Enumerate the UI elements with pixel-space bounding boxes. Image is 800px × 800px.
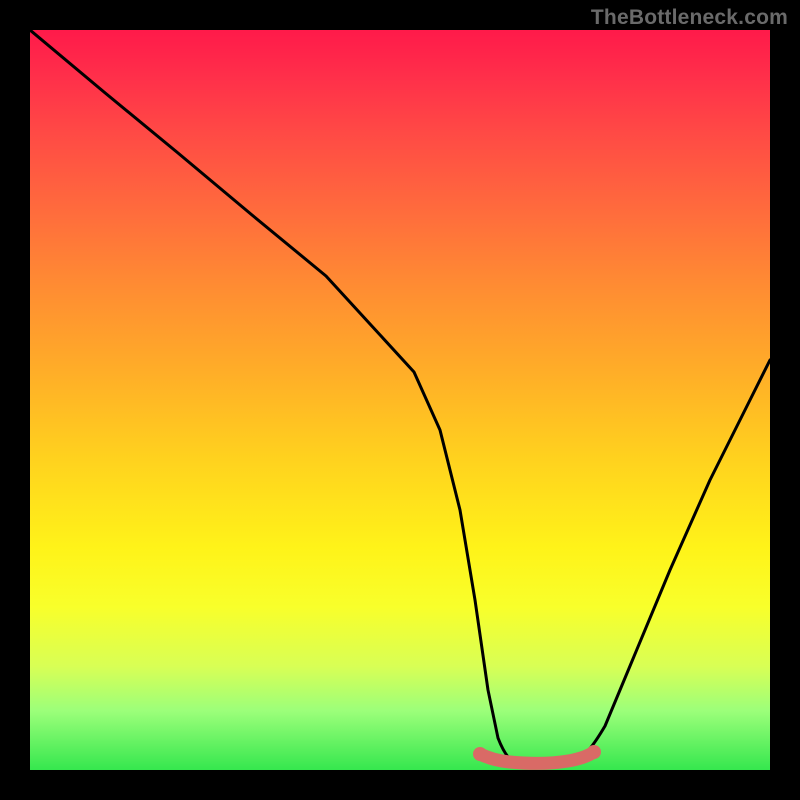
chart-container: TheBottleneck.com bbox=[0, 0, 800, 800]
bottom-highlight-path bbox=[480, 752, 594, 763]
highlight-end-left bbox=[473, 747, 487, 761]
highlight-end-right bbox=[587, 745, 601, 759]
bottleneck-curve-path bbox=[30, 30, 770, 765]
watermark-text: TheBottleneck.com bbox=[591, 6, 788, 30]
curve-layer bbox=[30, 30, 770, 770]
plot-area bbox=[30, 30, 770, 770]
